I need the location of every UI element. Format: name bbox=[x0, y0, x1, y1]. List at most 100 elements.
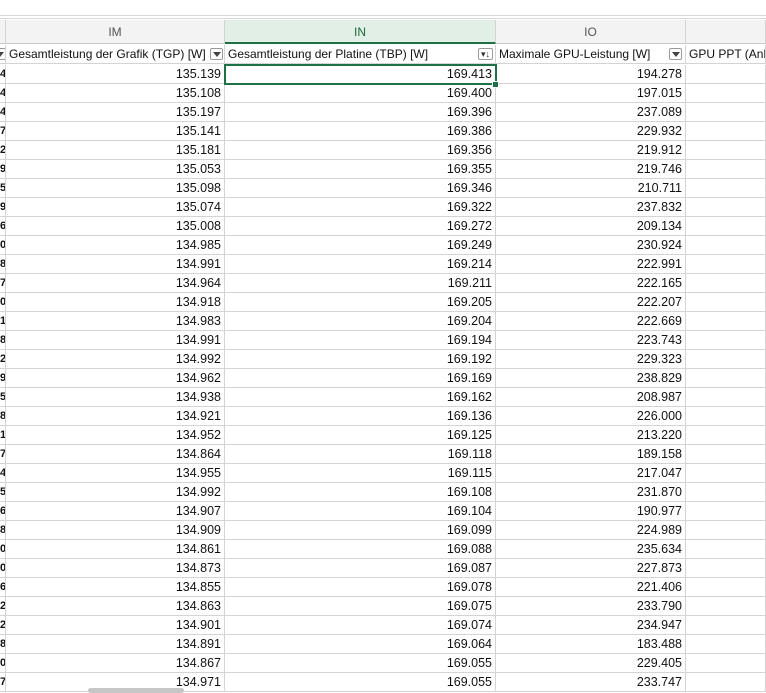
cell-max-gpu[interactable]: 219.746 bbox=[496, 160, 686, 179]
cell-tgp[interactable]: 134.992 bbox=[6, 350, 225, 369]
column-header-im[interactable]: IM bbox=[6, 20, 225, 44]
cell-tbp[interactable]: 169.078 bbox=[225, 578, 496, 597]
cell-tgp[interactable]: 135.181 bbox=[6, 141, 225, 160]
cell-gpu-ppt[interactable] bbox=[686, 255, 766, 274]
cell-gpu-ppt[interactable] bbox=[686, 274, 766, 293]
cell-max-gpu[interactable]: 219.912 bbox=[496, 141, 686, 160]
cell-max-gpu[interactable]: 210.711 bbox=[496, 179, 686, 198]
cell-gpu-ppt[interactable] bbox=[686, 540, 766, 559]
cell-tbp[interactable]: 169.055 bbox=[225, 673, 496, 692]
cell-gpu-ppt[interactable] bbox=[686, 388, 766, 407]
cell-tbp[interactable]: 169.075 bbox=[225, 597, 496, 616]
cell-gpu-ppt[interactable] bbox=[686, 369, 766, 388]
cell-tgp[interactable]: 134.855 bbox=[6, 578, 225, 597]
cell-tbp[interactable]: 169.386 bbox=[225, 122, 496, 141]
cell-tbp[interactable]: 169.396 bbox=[225, 103, 496, 122]
cell-tbp[interactable]: 169.322 bbox=[225, 198, 496, 217]
cell-max-gpu[interactable]: 229.932 bbox=[496, 122, 686, 141]
cell-tbp[interactable]: 169.055 bbox=[225, 654, 496, 673]
cell-tgp[interactable]: 134.991 bbox=[6, 255, 225, 274]
cell-gpu-ppt[interactable] bbox=[686, 84, 766, 103]
cell-tbp[interactable]: 169.125 bbox=[225, 426, 496, 445]
cell-max-gpu[interactable]: 194.278 bbox=[496, 65, 686, 84]
cell-tgp[interactable]: 134.918 bbox=[6, 293, 225, 312]
cell-gpu-ppt[interactable] bbox=[686, 65, 766, 84]
cell-gpu-ppt[interactable] bbox=[686, 578, 766, 597]
cell-tbp[interactable]: 169.204 bbox=[225, 312, 496, 331]
cell-max-gpu[interactable]: 222.165 bbox=[496, 274, 686, 293]
cell-max-gpu[interactable]: 229.323 bbox=[496, 350, 686, 369]
cell-gpu-ppt[interactable] bbox=[686, 293, 766, 312]
header-cell-tbp[interactable]: Gesamtleistung der Platine (TBP) [W] ▾↓ bbox=[225, 45, 496, 64]
filter-dropdown-icon[interactable] bbox=[669, 48, 682, 60]
cell-tgp[interactable]: 134.863 bbox=[6, 597, 225, 616]
cell-tgp[interactable]: 135.108 bbox=[6, 84, 225, 103]
cell-max-gpu[interactable]: 237.832 bbox=[496, 198, 686, 217]
cell-max-gpu[interactable]: 226.000 bbox=[496, 407, 686, 426]
cell-tbp[interactable]: 169.064 bbox=[225, 635, 496, 654]
cell-max-gpu[interactable]: 197.015 bbox=[496, 84, 686, 103]
cell-tbp[interactable]: 169.214 bbox=[225, 255, 496, 274]
cell-gpu-ppt[interactable] bbox=[686, 331, 766, 350]
cell-tbp[interactable]: 169.346 bbox=[225, 179, 496, 198]
cell-max-gpu[interactable]: 224.989 bbox=[496, 521, 686, 540]
cell-gpu-ppt[interactable] bbox=[686, 160, 766, 179]
cell-max-gpu[interactable]: 222.207 bbox=[496, 293, 686, 312]
cell-max-gpu[interactable]: 229.405 bbox=[496, 654, 686, 673]
cell-tgp[interactable]: 134.864 bbox=[6, 445, 225, 464]
cell-gpu-ppt[interactable] bbox=[686, 654, 766, 673]
cell-gpu-ppt[interactable] bbox=[686, 350, 766, 369]
cell-tgp[interactable]: 135.074 bbox=[6, 198, 225, 217]
cell-gpu-ppt[interactable] bbox=[686, 312, 766, 331]
cell-tbp[interactable]: 169.088 bbox=[225, 540, 496, 559]
cell-tbp[interactable]: 169.205 bbox=[225, 293, 496, 312]
cell-tgp[interactable]: 134.938 bbox=[6, 388, 225, 407]
cell-max-gpu[interactable]: 230.924 bbox=[496, 236, 686, 255]
cell-gpu-ppt[interactable] bbox=[686, 198, 766, 217]
sort-filter-icon[interactable]: ▾↓ bbox=[478, 48, 493, 60]
cell-gpu-ppt[interactable] bbox=[686, 236, 766, 255]
cell-tbp[interactable]: 169.074 bbox=[225, 616, 496, 635]
filter-dropdown-icon[interactable] bbox=[210, 48, 223, 60]
cell-tbp[interactable]: 169.099 bbox=[225, 521, 496, 540]
cell-max-gpu[interactable]: 233.790 bbox=[496, 597, 686, 616]
cell-tgp[interactable]: 134.861 bbox=[6, 540, 225, 559]
cell-tbp[interactable]: 169.136 bbox=[225, 407, 496, 426]
cell-gpu-ppt[interactable] bbox=[686, 502, 766, 521]
cell-tgp[interactable]: 134.901 bbox=[6, 616, 225, 635]
cell-tgp[interactable]: 134.955 bbox=[6, 464, 225, 483]
cell-max-gpu[interactable]: 222.669 bbox=[496, 312, 686, 331]
cell-max-gpu[interactable]: 208.987 bbox=[496, 388, 686, 407]
cell-tbp[interactable]: 169.272 bbox=[225, 217, 496, 236]
column-header-ip[interactable] bbox=[686, 20, 766, 44]
cell-max-gpu[interactable]: 217.047 bbox=[496, 464, 686, 483]
cell-gpu-ppt[interactable] bbox=[686, 521, 766, 540]
cell-tgp[interactable]: 134.962 bbox=[6, 369, 225, 388]
horizontal-scrollbar[interactable] bbox=[88, 688, 184, 693]
cell-tbp[interactable]: 169.356 bbox=[225, 141, 496, 160]
cell-max-gpu[interactable]: 237.089 bbox=[496, 103, 686, 122]
cell-tgp[interactable]: 134.991 bbox=[6, 331, 225, 350]
cell-max-gpu[interactable]: 238.829 bbox=[496, 369, 686, 388]
cell-max-gpu[interactable]: 223.743 bbox=[496, 331, 686, 350]
cell-tbp[interactable]: 169.087 bbox=[225, 559, 496, 578]
cell-tbp[interactable]: 169.400 bbox=[225, 84, 496, 103]
cell-gpu-ppt[interactable] bbox=[686, 217, 766, 236]
cell-tbp[interactable]: 169.162 bbox=[225, 388, 496, 407]
cell-max-gpu[interactable]: 231.870 bbox=[496, 483, 686, 502]
cell-tbp[interactable]: 169.355 bbox=[225, 160, 496, 179]
cell-max-gpu[interactable]: 227.873 bbox=[496, 559, 686, 578]
cell-tgp[interactable]: 135.053 bbox=[6, 160, 225, 179]
cell-max-gpu[interactable]: 189.158 bbox=[496, 445, 686, 464]
cell-tgp[interactable]: 134.921 bbox=[6, 407, 225, 426]
cell-tgp[interactable]: 134.873 bbox=[6, 559, 225, 578]
cell-max-gpu[interactable]: 213.220 bbox=[496, 426, 686, 445]
cell-max-gpu[interactable]: 233.747 bbox=[496, 673, 686, 692]
cell-tgp[interactable]: 134.992 bbox=[6, 483, 225, 502]
cell-gpu-ppt[interactable] bbox=[686, 464, 766, 483]
cell-gpu-ppt[interactable] bbox=[686, 103, 766, 122]
cell-gpu-ppt[interactable] bbox=[686, 483, 766, 502]
cell-tgp[interactable]: 135.008 bbox=[6, 217, 225, 236]
cell-tgp[interactable]: 134.952 bbox=[6, 426, 225, 445]
cell-gpu-ppt[interactable] bbox=[686, 141, 766, 160]
